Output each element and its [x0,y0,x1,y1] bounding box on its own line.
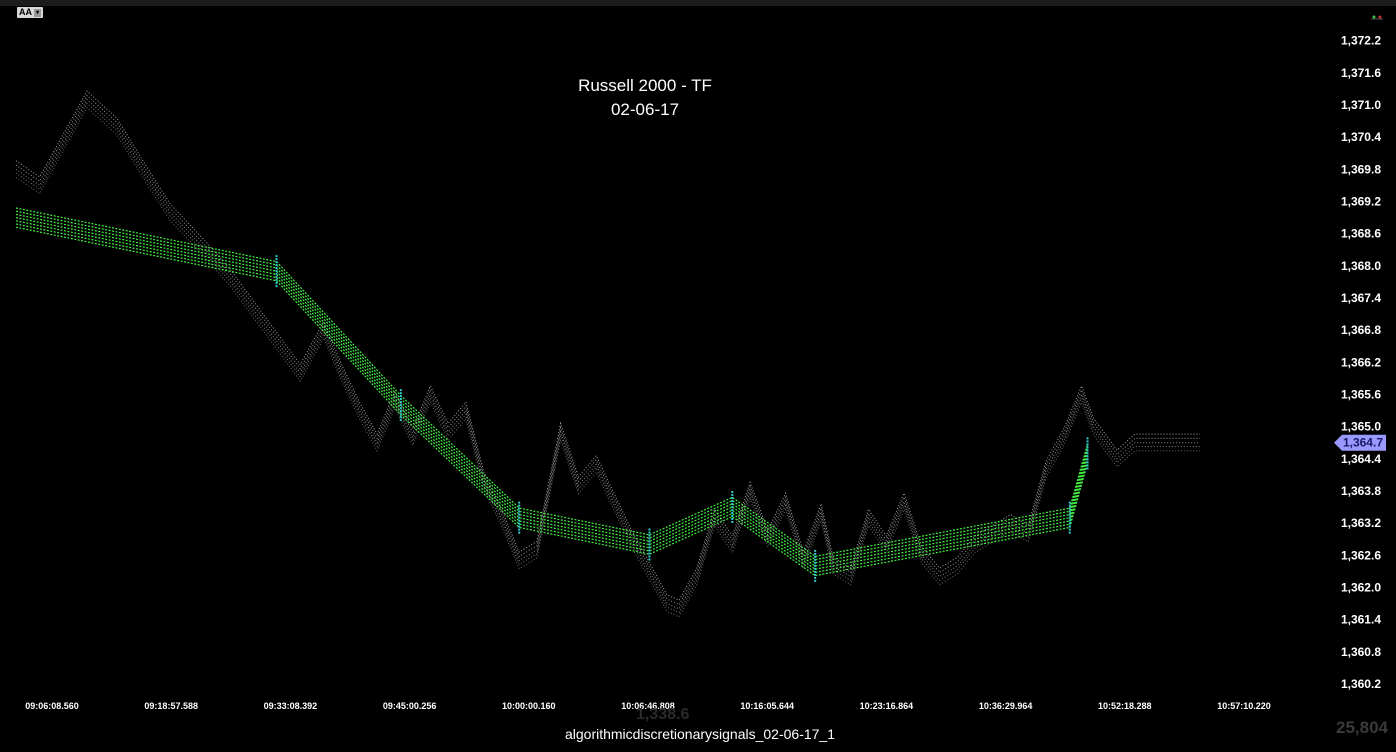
price-line-3 [15,94,1200,606]
y-tick-label: 1,372.2 [1341,34,1381,48]
y-tick-label: 1,361.4 [1341,613,1381,627]
y-tick-label: 1,363.8 [1341,484,1381,498]
price-series-group [15,90,1200,618]
price-line-0 [15,106,1200,618]
y-tick-label: 1,371.6 [1341,66,1381,80]
signal-series-group [15,207,1089,583]
y-tick-label: 1,367.4 [1341,291,1381,305]
x-tick-label: 10:52:18.288 [1098,701,1152,711]
y-tick-label: 1,360.2 [1341,677,1381,691]
x-tick-label: 10:57:10.220 [1217,701,1271,711]
x-tick-label: 10:00:00.160 [502,701,556,711]
signal-line-6 [15,207,1089,558]
x-tick-label: 09:45:00.256 [383,701,437,711]
last-price-label: 1,364.7 [1343,436,1383,450]
y-tick-label: 1,364.4 [1341,452,1381,466]
x-tick-label: 09:06:08.560 [25,701,79,711]
x-tick-label: 09:18:57.588 [144,701,198,711]
y-tick-label: 1,365.0 [1341,420,1381,434]
last-price-marker: 1,364.7 [1334,434,1386,451]
x-tick-label: 09:33:08.392 [264,701,318,711]
y-tick-label: 1,371.0 [1341,98,1381,112]
y-tick-label: 1,369.2 [1341,195,1381,209]
y-tick-label: 1,370.4 [1341,130,1381,144]
signal-line-5 [15,210,1089,561]
y-tick-label: 1,363.2 [1341,516,1381,530]
signal-line-1 [15,223,1089,574]
price-chart[interactable]: 1,372.2 1,371.6 1,371.0 1,370.4 1,369.8 1,369… [0,0,1396,752]
signal-line-3 [15,217,1089,567]
signal-line-0 [15,226,1089,577]
y-tick-label: 1,369.8 [1341,162,1381,176]
y-tick-label: 1,366.8 [1341,323,1381,337]
x-tick-label: 10:16:05.644 [740,701,794,711]
chart-footer-label: algorithmicdiscretionarysignals_02-06-17… [564,726,836,742]
ghost-price-text: 1,338.6 [636,706,690,723]
y-tick-label: 1,362.6 [1341,548,1381,562]
y-tick-label: 1,368.6 [1341,227,1381,241]
y-tick-label: 1,368.0 [1341,259,1381,273]
ghost-volume-text: 25,804 [1336,718,1388,737]
y-tick-label: 1,362.0 [1341,580,1381,594]
x-tick-label: 10:23:16.864 [860,701,914,711]
signal-line-4 [15,213,1089,564]
y-axis: 1,372.2 1,371.6 1,371.0 1,370.4 1,369.8 1,369… [1341,34,1381,691]
y-tick-label: 1,366.2 [1341,355,1381,369]
y-tick-label: 1,360.8 [1341,645,1381,659]
y-tick-label: 1,365.6 [1341,387,1381,401]
price-line-2 [15,98,1200,610]
x-tick-label: 10:36:29.964 [979,701,1033,711]
signal-line-2 [15,220,1089,570]
